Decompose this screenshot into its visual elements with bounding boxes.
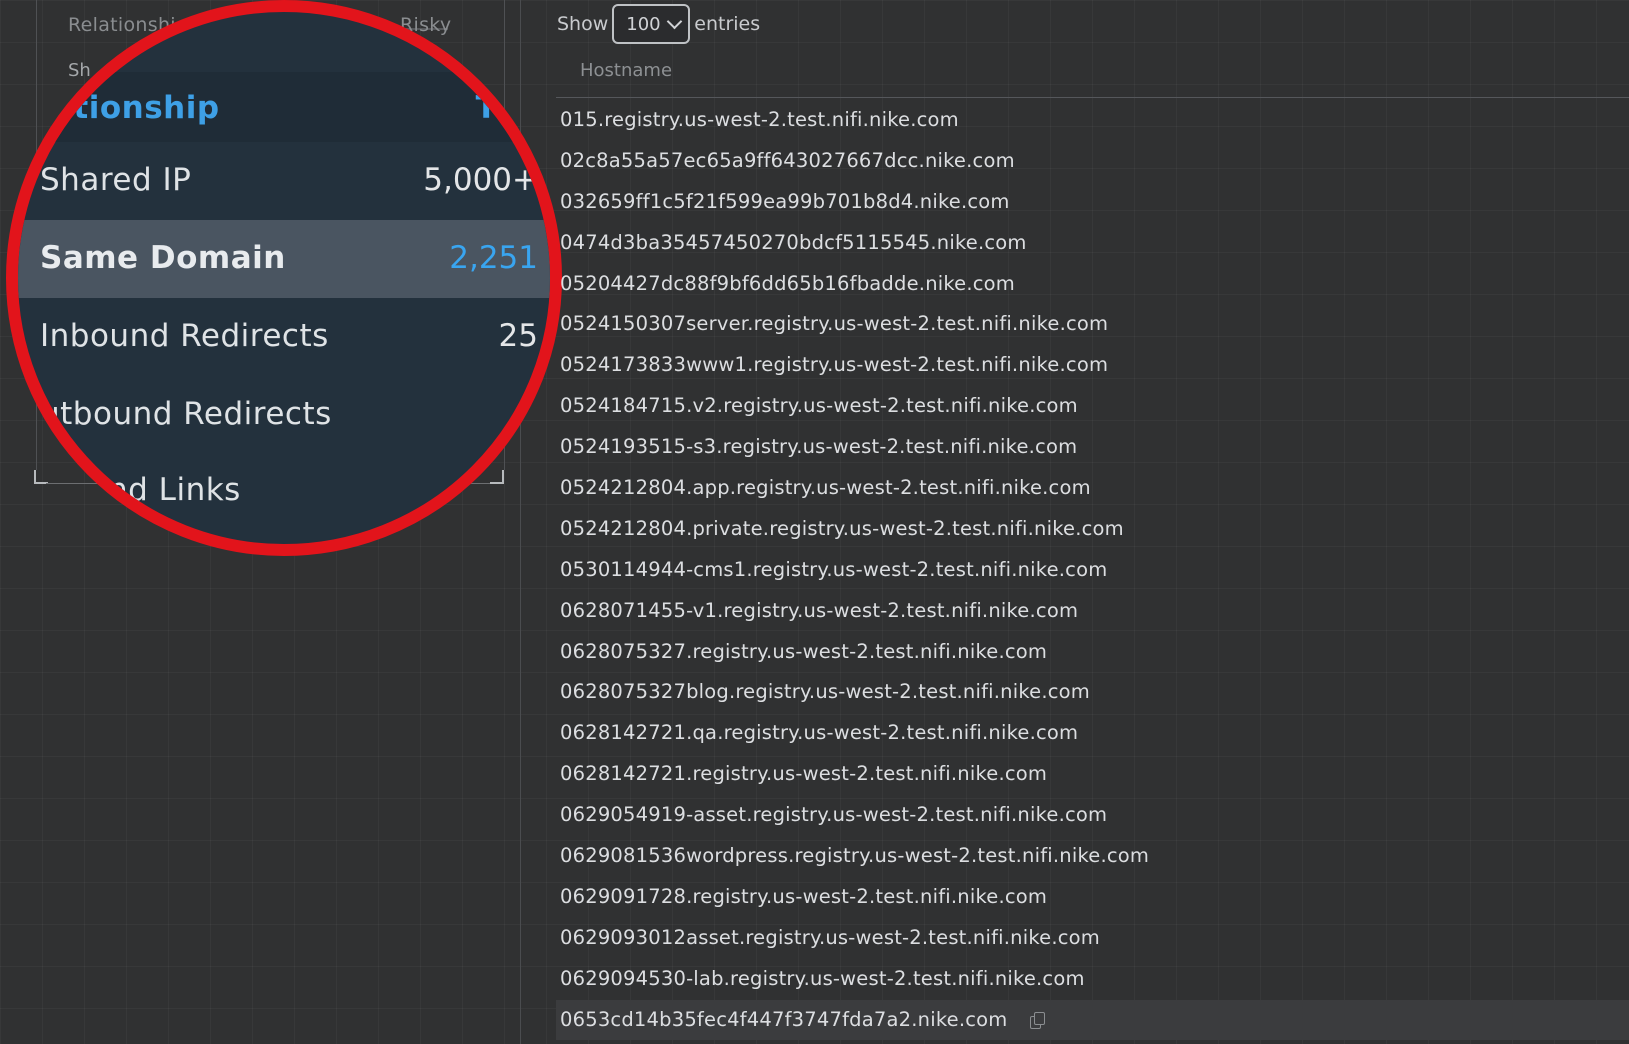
- table-row[interactable]: 0629081536wordpress.registry.us-west-2.t…: [556, 836, 1629, 877]
- table-row[interactable]: 02c8a55a57ec65a9ff643027667dcc.nike.com: [556, 141, 1629, 182]
- table-row[interactable]: 0524193515-s3.registry.us-west-2.test.ni…: [556, 427, 1629, 468]
- relationship-count: 5,000+: [423, 162, 538, 198]
- hostname-text: 0653cd14b35fec4f447f3747fda7a2.nike.com: [560, 1007, 1008, 1031]
- table-row[interactable]: 0524150307server.registry.us-west-2.test…: [556, 304, 1629, 345]
- table-row[interactable]: 0628075327blog.registry.us-west-2.test.n…: [556, 672, 1629, 713]
- relationship-row-shared-ip[interactable]: Shared IP 5,000+: [18, 142, 550, 220]
- show-label: Show: [557, 13, 609, 35]
- table-row[interactable]: 0628075327.registry.us-west-2.test.nifi.…: [556, 632, 1629, 673]
- table-row[interactable]: 0629091728.registry.us-west-2.test.nifi.…: [556, 877, 1629, 918]
- table-row[interactable]: 0524212804.app.registry.us-west-2.test.n…: [556, 468, 1629, 509]
- header-rule: [556, 97, 1629, 98]
- relationship-label: utbound Redirects: [40, 396, 332, 432]
- relationship-label: Same Domain: [40, 240, 286, 276]
- table-row[interactable]: 0524212804.private.registry.us-west-2.te…: [556, 509, 1629, 550]
- table-row[interactable]: 032659ff1c5f21f599ea99b701b8d4.nike.com: [556, 182, 1629, 223]
- table-row[interactable]: 0629094530-lab.registry.us-west-2.test.n…: [556, 959, 1629, 1000]
- table-row[interactable]: 0628142721.registry.us-west-2.test.nifi.…: [556, 754, 1629, 795]
- table-row[interactable]: 0629054919-asset.registry.us-west-2.test…: [556, 795, 1629, 836]
- table-row[interactable]: 0524173833www1.registry.us-west-2.test.n…: [556, 345, 1629, 386]
- column-header-hostname[interactable]: Hostname: [580, 60, 672, 81]
- chevron-down-icon: [667, 13, 683, 29]
- relationship-label: Inbound Redirects: [40, 318, 329, 354]
- entries-label: entries: [694, 13, 761, 35]
- table-row[interactable]: 015.registry.us-west-2.test.nifi.nike.co…: [556, 100, 1629, 141]
- page-size-control: Show 100 entries: [557, 4, 760, 44]
- table-row[interactable]: 0530114944-cms1.registry.us-west-2.test.…: [556, 550, 1629, 591]
- hostname-table-body: 015.registry.us-west-2.test.nifi.nike.co…: [556, 100, 1629, 1041]
- relationship-row-same-domain[interactable]: Same Domain 2,251: [18, 220, 550, 298]
- table-row[interactable]: 0628142721.qa.registry.us-west-2.test.ni…: [556, 713, 1629, 754]
- copy-icon[interactable]: [1029, 1012, 1045, 1030]
- relationship-row-inbound-redirects[interactable]: Inbound Redirects 25: [18, 298, 550, 376]
- page-size-value: 100: [626, 13, 661, 35]
- relationship-row-links[interactable]: nd Links: [18, 452, 550, 530]
- table-row[interactable]: 0628071455-v1.registry.us-west-2.test.ni…: [556, 591, 1629, 632]
- table-row[interactable]: 05204427dc88f9bf6dd65b16fbadde.nike.com: [556, 264, 1629, 305]
- relationship-count: 25: [498, 318, 538, 354]
- relationship-count: 2,251: [449, 240, 538, 276]
- col-relationship[interactable]: ationship: [52, 90, 220, 126]
- col-total[interactable]: To: [476, 90, 514, 126]
- relationship-label: nd Links: [108, 472, 241, 508]
- page-size-select[interactable]: 100: [612, 4, 691, 44]
- table-row-hovered[interactable]: 0653cd14b35fec4f447f3747fda7a2.nike.com: [556, 999, 1629, 1041]
- table-row[interactable]: 0474d3ba35457450270bdcf5115545.nike.com: [556, 223, 1629, 264]
- table-row[interactable]: 0629093012asset.registry.us-west-2.test.…: [556, 918, 1629, 959]
- relationship-label: Shared IP: [40, 162, 192, 198]
- zoom-callout: ationship To Shared IP 5,000+ Same Domai…: [6, 0, 562, 556]
- relationship-table-header: ationship To: [18, 72, 550, 142]
- table-row[interactable]: 0524184715.v2.registry.us-west-2.test.ni…: [556, 386, 1629, 427]
- relationship-row-outbound-redirects[interactable]: utbound Redirects 0: [18, 376, 550, 454]
